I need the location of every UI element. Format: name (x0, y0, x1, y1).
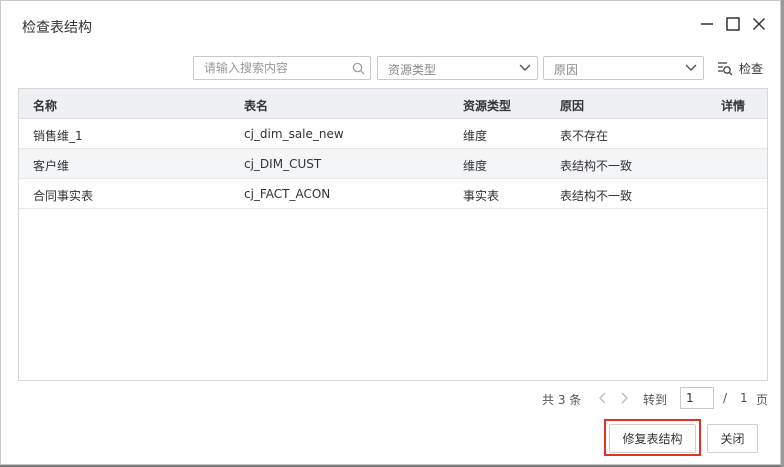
pagination: 共 3 条 转到 / 1 页 (1, 386, 780, 410)
chevron-left-icon[interactable] (598, 392, 606, 404)
page-separator: / (723, 391, 728, 405)
cell-name: 客户维 (33, 159, 70, 173)
column-header-reason[interactable]: 原因 (560, 97, 584, 114)
filter-toolbar: 资源类型 原因 检查 (1, 56, 780, 80)
check-table-structure-dialog: 检查表结构 资源类型 原因 (0, 0, 781, 465)
cell-table-name: cj_DIM_CUST (244, 157, 322, 171)
close-button[interactable]: 关闭 (707, 424, 758, 453)
column-header-resource-type[interactable]: 资源类型 (463, 97, 511, 114)
maximize-button[interactable] (724, 15, 742, 33)
chevron-down-icon (519, 64, 531, 71)
goto-label: 转到 (643, 393, 668, 407)
cell-reason: 表结构不一致 (560, 189, 633, 203)
chevron-right-icon[interactable] (621, 392, 629, 404)
total-count: 共 3 条 (542, 393, 582, 407)
maximize-icon (726, 17, 740, 31)
page-number-input[interactable] (680, 387, 714, 409)
cell-table-name: cj_dim_sale_new (244, 127, 344, 141)
check-button[interactable]: 检查 (717, 58, 763, 78)
search-box (193, 56, 371, 80)
resource-type-select-value: 资源类型 (388, 63, 437, 77)
reason-select-value: 原因 (554, 63, 579, 77)
column-header-detail[interactable]: 详情 (721, 97, 745, 114)
check-structure-icon (718, 62, 733, 76)
cell-name: 合同事实表 (33, 189, 94, 203)
cell-resource-type: 事实表 (463, 189, 500, 203)
search-icon[interactable] (352, 62, 365, 75)
check-button-label: 检查 (739, 61, 764, 76)
cell-resource-type: 维度 (463, 159, 488, 173)
cell-name: 销售维_1 (33, 129, 83, 143)
minimize-button[interactable] (698, 15, 716, 33)
result-table: 名称 表名 资源类型 原因 详情 销售维_1 cj_dim_sale_new 维… (18, 88, 768, 381)
cell-table-name: cj_FACT_ACON (244, 187, 331, 201)
column-header-table-name[interactable]: 表名 (244, 97, 268, 114)
page-unit: 页 (756, 393, 769, 407)
chevron-down-icon (685, 64, 697, 71)
resource-type-select[interactable]: 资源类型 (377, 56, 538, 80)
total-pages: 1 (740, 391, 748, 405)
table-row[interactable]: 销售维_1 cj_dim_sale_new 维度 表不存在 (19, 119, 767, 149)
reason-select[interactable]: 原因 (543, 56, 704, 80)
search-input[interactable] (194, 57, 344, 79)
column-header-name[interactable]: 名称 (33, 97, 57, 114)
table-row[interactable]: 合同事实表 cj_FACT_ACON 事实表 表结构不一致 (19, 179, 767, 209)
cell-reason: 表不存在 (560, 129, 609, 143)
dialog-titlebar: 检查表结构 (1, 1, 780, 47)
minimize-icon (701, 23, 713, 25)
dialog-title: 检查表结构 (22, 20, 92, 36)
table-header: 名称 表名 资源类型 原因 详情 (19, 89, 767, 119)
close-window-button[interactable] (750, 15, 768, 33)
cell-reason: 表结构不一致 (560, 159, 633, 173)
cell-resource-type: 维度 (463, 129, 488, 143)
table-row[interactable]: 客户维 cj_DIM_CUST 维度 表结构不一致 (19, 149, 767, 179)
close-icon (752, 17, 766, 31)
repair-table-structure-button[interactable]: 修复表结构 (609, 424, 696, 453)
